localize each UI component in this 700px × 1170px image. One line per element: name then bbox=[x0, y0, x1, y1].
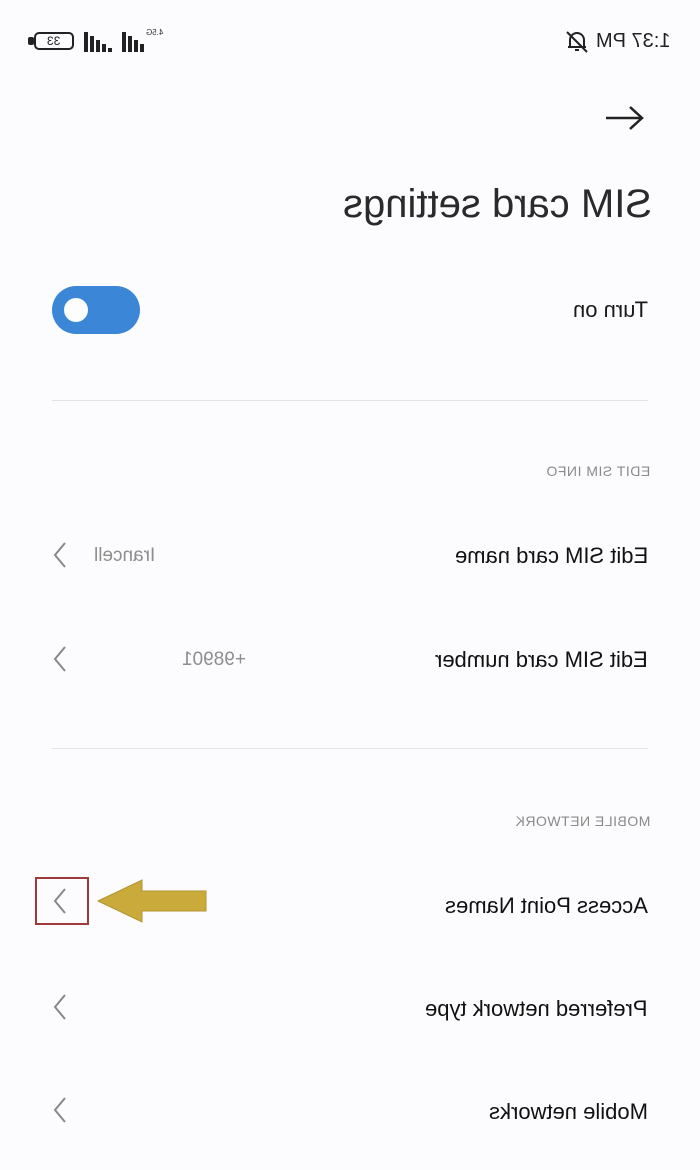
divider bbox=[52, 748, 648, 749]
status-time: 1:37 PM bbox=[595, 30, 670, 52]
chevron-left-icon[interactable] bbox=[52, 541, 68, 569]
toggle-knob bbox=[64, 298, 88, 322]
mute-icon bbox=[566, 31, 588, 53]
section-header-mobile-network: MOBILE NETWORK bbox=[514, 813, 650, 829]
pointer-arrow-icon bbox=[96, 879, 207, 923]
chevron-left-icon[interactable] bbox=[52, 993, 68, 1021]
signal-strength-icon bbox=[84, 32, 112, 52]
page-title: SIM card settings bbox=[342, 182, 652, 226]
chevron-left-icon[interactable] bbox=[52, 1096, 68, 1124]
sim-card-number-value: +98901 bbox=[182, 649, 246, 670]
edit-sim-card-number-label[interactable]: Edit SIM card number bbox=[435, 647, 648, 673]
battery-icon: 33 bbox=[34, 32, 74, 50]
section-header-edit-sim-info: EDIT SIM INFO bbox=[545, 463, 650, 479]
arrow-icon[interactable] bbox=[604, 102, 646, 134]
network-type: 4.5G bbox=[146, 28, 164, 37]
preferred-network-type-label[interactable]: Preferred network type bbox=[425, 996, 648, 1022]
edit-sim-card-name-label[interactable]: Edit SIM card name bbox=[455, 543, 648, 569]
chevron-left-icon[interactable] bbox=[52, 645, 68, 673]
access-point-names-label[interactable]: Access Point Names bbox=[445, 893, 648, 919]
sim-card-name-value: Irancell bbox=[94, 545, 156, 566]
highlight-box bbox=[35, 877, 89, 925]
turn-on-toggle[interactable] bbox=[52, 286, 140, 334]
mobile-networks-label[interactable]: Mobile networks bbox=[489, 1099, 648, 1125]
divider bbox=[52, 400, 648, 401]
turn-on-label: Turn on bbox=[572, 297, 648, 322]
